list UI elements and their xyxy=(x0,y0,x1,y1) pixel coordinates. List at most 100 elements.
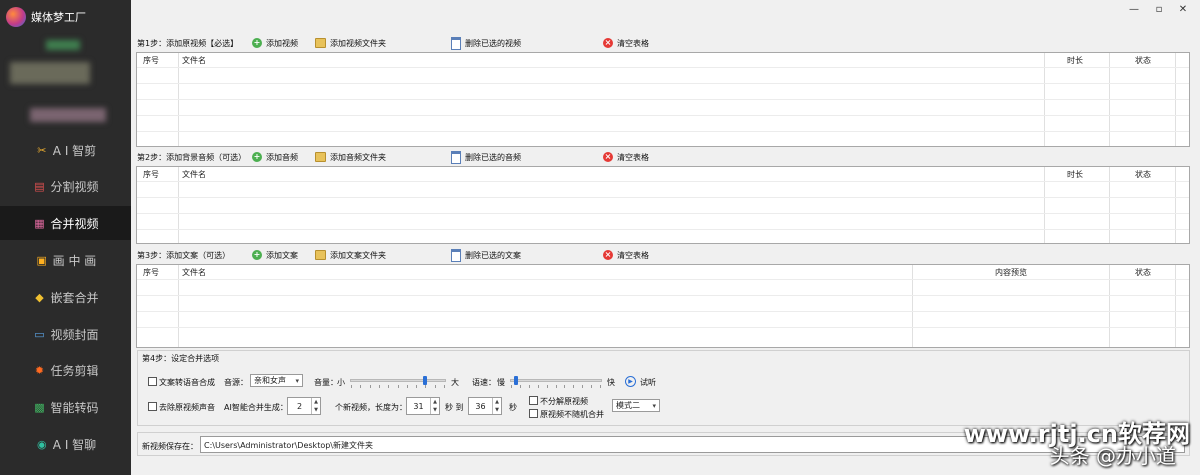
count-stepper[interactable]: 2 ▲ ▼ xyxy=(287,397,321,415)
row-divider xyxy=(137,197,1189,198)
sidebar-item-picture-in-picture[interactable]: ▣ 画 中 画 xyxy=(0,243,131,277)
column-header-duration[interactable]: 时长 xyxy=(1067,55,1083,66)
voice-label: 音源： xyxy=(224,378,248,387)
sidebar-item-label: 任务剪辑 xyxy=(50,363,99,378)
slider-tick xyxy=(511,385,512,388)
delete-selected-text-button[interactable]: 删除已选的文案 xyxy=(451,248,521,262)
stepper-arrows-icon[interactable]: ▲ ▼ xyxy=(430,398,439,414)
volume-slider-thumb[interactable] xyxy=(423,376,427,385)
sidebar-item-label: 智能转码 xyxy=(50,400,99,415)
row-divider xyxy=(137,115,1189,116)
ai-chat-icon: ◉ xyxy=(36,437,47,451)
save-path-label: 新视频保存在： xyxy=(142,442,198,451)
sidebar-item-ai-clip[interactable]: ✂ A I 智剪 xyxy=(0,133,131,167)
slider-tick xyxy=(378,385,380,388)
column-divider xyxy=(178,167,179,243)
no-split-checkbox[interactable] xyxy=(529,396,538,405)
column-header-duration[interactable]: 时长 xyxy=(1067,169,1083,180)
volume-label: 音量： xyxy=(314,378,338,387)
blurred-area xyxy=(46,40,80,50)
ai-clip-icon: ✂ xyxy=(37,143,47,157)
column-header-index[interactable]: 序号 xyxy=(143,169,159,180)
sidebar: 媒体梦工厂 ✂ A I 智剪 ▤ 分割视频 ▦ 合并视频 ▣ 画 中 画 ◆ 嵌套合并 ▭ 视频封面 ✹… xyxy=(0,0,131,475)
add-video-button[interactable]: + 添加视频 xyxy=(252,36,298,50)
add-text-folder-button[interactable]: 添加文案文件夹 xyxy=(315,248,386,262)
sidebar-item-merge-video[interactable]: ▦ 合并视频 xyxy=(0,206,131,240)
sidebar-item-video-cover[interactable]: ▭ 视频封面 xyxy=(0,317,131,351)
add-icon: + xyxy=(252,250,262,260)
seconds-to-label: 秒 到 xyxy=(445,403,464,412)
stepper-arrows-icon[interactable]: ▲ ▼ xyxy=(492,398,501,414)
column-header-index[interactable]: 序号 xyxy=(143,267,159,278)
play-icon[interactable]: ▶ xyxy=(625,376,636,387)
no-random-checkbox[interactable] xyxy=(529,409,538,418)
sidebar-item-label: 分割视频 xyxy=(50,179,99,194)
column-header-status[interactable]: 状态 xyxy=(1135,55,1151,66)
brand: 媒体梦工厂 xyxy=(6,6,86,28)
clear-icon: × xyxy=(603,38,613,48)
clear-table-button[interactable]: × 清空表格 xyxy=(603,36,649,50)
column-header-filename[interactable]: 文件名 xyxy=(182,55,206,66)
stepper-arrows-icon[interactable]: ▲ ▼ xyxy=(311,398,320,414)
column-divider xyxy=(912,265,913,347)
delete-selected-audio-button[interactable]: 删除已选的音频 xyxy=(451,150,521,164)
slider-tick xyxy=(360,385,362,388)
length-to-stepper[interactable]: 36 ▲ ▼ xyxy=(468,397,502,415)
column-divider xyxy=(178,265,179,347)
volume-slider[interactable] xyxy=(350,376,446,388)
slider-tick xyxy=(519,385,521,388)
clear-table-button[interactable]: × 清空表格 xyxy=(603,150,649,164)
slider-tick xyxy=(546,385,548,388)
add-video-folder-button[interactable]: 添加视频文件夹 xyxy=(315,36,386,50)
clear-table-button[interactable]: × 清空表格 xyxy=(603,248,649,262)
sidebar-item-label: 视频封面 xyxy=(50,327,99,342)
slider-tick xyxy=(444,385,445,388)
clear-icon: × xyxy=(603,250,613,260)
row-divider xyxy=(137,327,1189,328)
app-name: 媒体梦工厂 xyxy=(31,11,86,24)
close-button[interactable]: ✕ xyxy=(1175,4,1191,15)
column-header-preview[interactable]: 内容预览 xyxy=(995,267,1027,278)
minimize-button[interactable]: — xyxy=(1126,4,1142,15)
mode-select[interactable]: 模式二 ▾ xyxy=(612,399,660,412)
column-header-filename[interactable]: 文件名 xyxy=(182,169,206,180)
delete-selected-video-button[interactable]: 删除已选的视频 xyxy=(451,36,521,50)
sidebar-item-label: A I 智聊 xyxy=(52,437,97,452)
ai-generate-label: AI智能合并生成： xyxy=(224,403,288,412)
preview-button[interactable]: 试听 xyxy=(640,377,656,388)
voice-select[interactable]: 亲和女声 ▾ xyxy=(250,374,303,387)
sidebar-item-task-edit[interactable]: ✹ 任务剪辑 xyxy=(0,353,131,387)
slider-tick xyxy=(388,385,390,388)
video-table[interactable]: 序号 文件名 时长 状态 xyxy=(136,52,1190,147)
add-text-button[interactable]: + 添加文案 xyxy=(252,248,298,262)
speed-slider[interactable] xyxy=(510,376,602,388)
slider-tick xyxy=(564,385,566,388)
slider-tick xyxy=(600,385,601,388)
slider-tick xyxy=(434,385,436,388)
text-table[interactable]: 序号 文件名 内容预览 状态 xyxy=(136,264,1190,348)
sidebar-item-split-video[interactable]: ▤ 分割视频 xyxy=(0,169,131,203)
column-header-index[interactable]: 序号 xyxy=(143,55,159,66)
column-header-status[interactable]: 状态 xyxy=(1135,169,1151,180)
picture-in-picture-icon: ▣ xyxy=(36,253,47,267)
sidebar-item-ai-chat[interactable]: ◉ A I 智聊 xyxy=(0,427,131,461)
tts-checkbox[interactable] xyxy=(148,377,157,386)
speed-slider-thumb[interactable] xyxy=(513,376,518,385)
slider-tick xyxy=(397,385,399,388)
sidebar-item-label: A I 智剪 xyxy=(52,143,97,158)
add-audio-folder-button[interactable]: 添加音频文件夹 xyxy=(315,150,386,164)
slider-tick xyxy=(591,385,593,388)
column-divider xyxy=(1109,167,1110,243)
audio-table[interactable]: 序号 文件名 时长 状态 xyxy=(136,166,1190,244)
column-header-status[interactable]: 状态 xyxy=(1135,267,1151,278)
length-from-stepper[interactable]: 31 ▲ ▼ xyxy=(406,397,440,415)
add-audio-button[interactable]: + 添加音频 xyxy=(252,150,298,164)
sidebar-item-nested-merge[interactable]: ◆ 嵌套合并 xyxy=(0,280,131,314)
slider-tick xyxy=(351,385,352,388)
remove-audio-checkbox[interactable] xyxy=(148,402,157,411)
add-icon: + xyxy=(252,38,262,48)
sidebar-item-smart-transcode[interactable]: ▩ 智能转码 xyxy=(0,390,131,424)
column-header-filename[interactable]: 文件名 xyxy=(182,267,206,278)
step3-title: 第3步：添加文案（可选） xyxy=(137,250,231,260)
maximize-button[interactable]: ▫ xyxy=(1151,4,1167,15)
